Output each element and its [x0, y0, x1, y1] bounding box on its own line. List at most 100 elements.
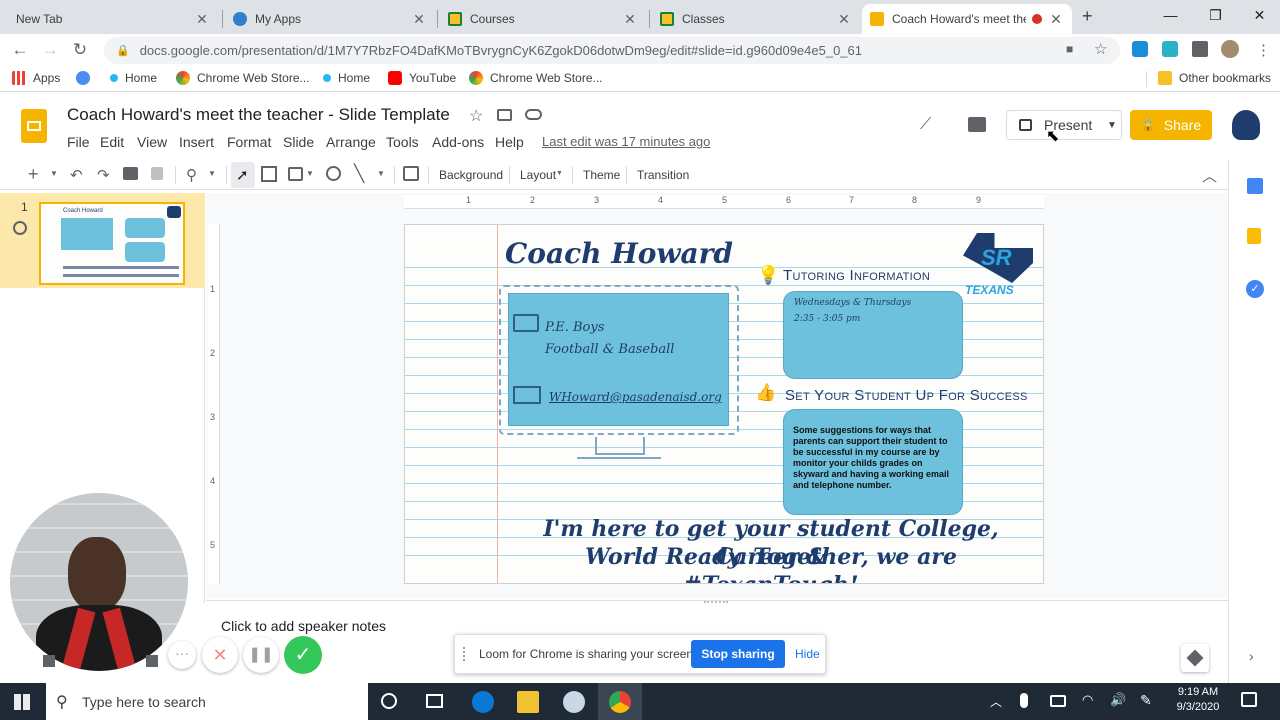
menu-tools[interactable]: Tools	[386, 134, 419, 150]
grid-icon[interactable]	[146, 655, 158, 667]
tab-new-tab[interactable]: New Tab ✕	[8, 4, 218, 34]
theme-button[interactable]: Theme	[583, 168, 620, 182]
chevron-down-icon[interactable]: ▼	[50, 169, 58, 178]
camera-icon[interactable]: ■	[1066, 42, 1073, 56]
expand-chevron-right-icon[interactable]: ›	[1249, 648, 1254, 664]
bookmark-chrome-store-2[interactable]: Chrome Web Store...	[469, 71, 603, 85]
extension-cloud-icon[interactable]	[1132, 41, 1148, 57]
background-button[interactable]: Background	[439, 168, 503, 182]
more-vert-icon[interactable]: ⋮	[1256, 41, 1271, 59]
textbox-icon[interactable]	[261, 166, 277, 182]
wifi-icon[interactable]: ◠	[1082, 692, 1093, 708]
slides-logo-icon[interactable]	[21, 109, 47, 143]
loom-cancel-icon[interactable]: ✕	[202, 637, 238, 673]
close-icon[interactable]: ✕	[411, 11, 427, 28]
loom-pause-icon[interactable]: ❚❚	[243, 637, 279, 673]
chevron-down-icon[interactable]: ▼	[1107, 120, 1117, 131]
line-icon[interactable]: ╲	[354, 164, 364, 184]
image-icon[interactable]	[288, 167, 303, 181]
menu-help[interactable]: Help	[495, 134, 524, 150]
loom-finish-icon[interactable]: ✓	[284, 636, 322, 674]
notification-icon[interactable]	[1241, 692, 1257, 707]
bookmark-youtube[interactable]: YouTube	[388, 71, 456, 85]
puzzle-icon[interactable]	[1192, 41, 1208, 57]
comment-add-icon[interactable]	[403, 166, 419, 181]
chevron-down-icon[interactable]: ▼	[556, 170, 563, 177]
reload-icon[interactable]: ↻	[70, 40, 90, 60]
hide-button[interactable]: Hide	[795, 647, 820, 661]
close-icon[interactable]: ✕	[1048, 11, 1064, 28]
tab-classes[interactable]: Classes ✕	[652, 4, 860, 34]
redo-icon[interactable]: ↷	[97, 166, 110, 184]
keep-icon[interactable]	[1247, 228, 1261, 244]
menu-addons[interactable]: Add-ons	[432, 134, 484, 150]
explore-button[interactable]	[1181, 644, 1209, 672]
slide[interactable]: Coach Howard P.E. Boys Football & Baseba…	[404, 224, 1044, 584]
task-view-icon[interactable]	[426, 694, 443, 708]
calendar-icon[interactable]	[1247, 178, 1263, 194]
activity-trend-icon[interactable]: ⟋	[920, 116, 931, 134]
account-avatar[interactable]	[1232, 110, 1260, 140]
menu-slide[interactable]: Slide	[283, 134, 314, 150]
menu-insert[interactable]: Insert	[179, 134, 214, 150]
stop-sharing-button[interactable]: Stop sharing	[691, 640, 785, 668]
restore-icon[interactable]: ❐	[1193, 0, 1238, 30]
taskbar-search-box[interactable]: ⚲ Type here to search	[46, 683, 368, 720]
grid-icon[interactable]	[43, 655, 55, 667]
new-slide-plus-icon[interactable]: +	[28, 164, 39, 185]
drag-handle-icon[interactable]	[463, 647, 468, 661]
window-close-icon[interactable]: ✕	[1237, 0, 1280, 30]
notes-placeholder[interactable]: Click to add speaker notes	[221, 618, 386, 634]
tasks-icon[interactable]: ✓	[1246, 280, 1264, 298]
chevron-down-icon[interactable]: ▼	[306, 169, 314, 178]
tray-chevron-up-icon[interactable]: ︿	[990, 693, 1002, 710]
tab-slides-active[interactable]: Coach Howard's meet the ✕	[862, 4, 1072, 34]
battery-icon[interactable]	[1050, 695, 1066, 707]
chrome-icon[interactable]	[609, 691, 631, 713]
present-button[interactable]: Present ▼	[1006, 110, 1122, 140]
menu-file[interactable]: File	[67, 134, 90, 150]
bookmark-ur[interactable]	[76, 71, 97, 85]
layout-button[interactable]: Layout	[520, 168, 556, 182]
transition-button[interactable]: Transition	[637, 168, 689, 182]
bookmark-other[interactable]: Other bookmarks	[1158, 71, 1271, 85]
menu-view[interactable]: View	[137, 134, 167, 150]
bookmark-chrome-store-1[interactable]: Chrome Web Store...	[176, 71, 310, 85]
close-icon[interactable]: ✕	[194, 11, 210, 28]
last-edit-link[interactable]: Last edit was 17 minutes ago	[542, 134, 710, 149]
undo-icon[interactable]: ↶	[70, 166, 83, 184]
new-tab-plus-icon[interactable]: +	[1082, 6, 1093, 27]
comment-icon[interactable]	[968, 117, 986, 132]
loom-more-icon[interactable]: ···	[168, 641, 196, 669]
microphone-icon[interactable]	[1020, 693, 1028, 708]
extension-loom-icon[interactable]	[1162, 41, 1178, 57]
clock[interactable]: 9:19 AM 9/3/2020	[1172, 686, 1224, 713]
cursor-select-icon[interactable]: ➚	[236, 166, 249, 184]
volume-icon[interactable]: 🔊	[1110, 692, 1126, 708]
bookmark-apps[interactable]: Apps	[12, 71, 60, 85]
address-bar[interactable]: 🔒 docs.google.com/presentation/d/1M7Y7Rb…	[104, 37, 1120, 64]
move-folder-icon[interactable]	[497, 109, 512, 121]
webcam-bubble[interactable]	[10, 493, 188, 671]
shape-icon[interactable]	[326, 166, 341, 181]
paint-format-icon[interactable]	[151, 167, 163, 180]
tab-my-apps[interactable]: My Apps ✕	[225, 4, 435, 34]
star-icon[interactable]: ☆	[1094, 40, 1107, 58]
close-icon[interactable]: ✕	[836, 11, 852, 28]
menu-format[interactable]: Format	[227, 134, 271, 150]
email-link[interactable]: WHoward@pasadenaisd.org	[549, 390, 722, 404]
collapse-chevron-up-icon[interactable]: ︿	[1202, 165, 1217, 186]
print-icon[interactable]	[123, 167, 138, 180]
bookmark-home-1[interactable]: Home	[110, 71, 157, 85]
resize-handle[interactable]	[704, 601, 728, 605]
avatar[interactable]	[1221, 40, 1239, 58]
bookmark-home-2[interactable]: Home	[323, 71, 370, 85]
tab-courses[interactable]: Courses ✕	[440, 4, 646, 34]
chevron-down-icon[interactable]: ▼	[208, 169, 216, 178]
document-title[interactable]: Coach Howard's meet the teacher - Slide …	[67, 105, 450, 125]
close-icon[interactable]: ✕	[622, 11, 638, 28]
cloud-status-icon[interactable]	[525, 109, 542, 120]
app-icon[interactable]	[563, 691, 585, 713]
share-button[interactable]: 🔒 Share	[1130, 110, 1212, 140]
windows-start-icon[interactable]	[14, 694, 30, 710]
